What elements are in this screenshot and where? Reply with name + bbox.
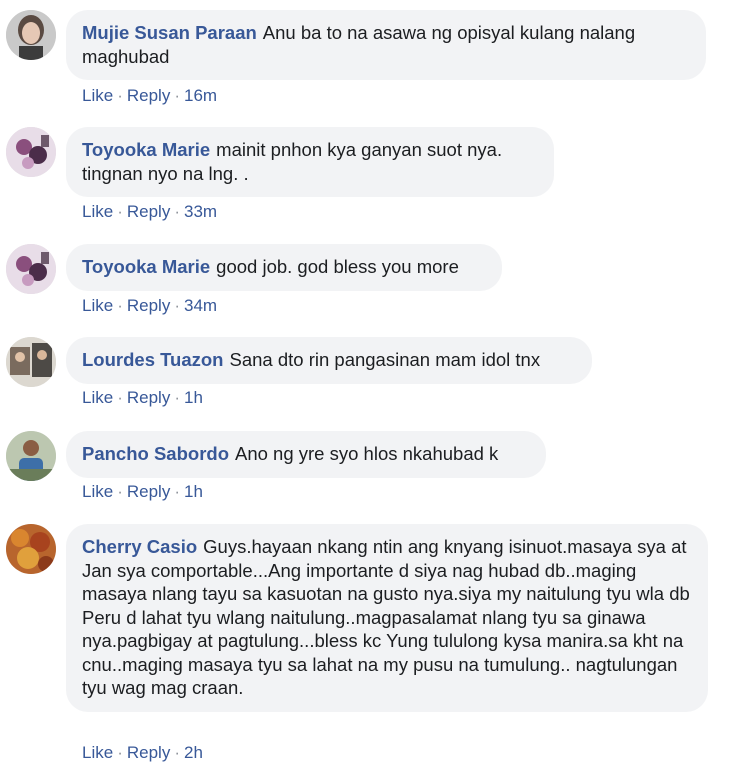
comment-bubble: Cherry Casio Guys.hayaan nkang ntin ang k…: [66, 524, 708, 712]
comment-actions: Like · Reply · 16m: [82, 86, 217, 106]
comment-author[interactable]: Toyooka Marie: [82, 139, 210, 160]
comment-text: Guys.hayaan nkang ntin ang knyang isinuo…: [82, 536, 690, 698]
separator: ·: [174, 482, 180, 501]
like-button[interactable]: Like: [82, 743, 113, 762]
group-photo-icon[interactable]: [6, 337, 56, 387]
separator: ·: [174, 202, 180, 221]
separator: ·: [117, 296, 123, 315]
comment-author[interactable]: Cherry Casio: [82, 536, 197, 557]
comment-author[interactable]: Toyooka Marie: [82, 256, 210, 277]
like-button[interactable]: Like: [82, 86, 113, 105]
comment-thread: Mujie Susan Paraan Anu ba to na asawa ng …: [0, 0, 750, 771]
comment-bubble: Toyooka Marie mainit pnhon kya ganyan suo…: [66, 127, 554, 197]
comment-timestamp[interactable]: 33m: [184, 202, 217, 221]
like-button[interactable]: Like: [82, 482, 113, 501]
floral-portrait-icon[interactable]: [6, 244, 56, 294]
like-button[interactable]: Like: [82, 296, 113, 315]
separator: ·: [174, 743, 180, 762]
like-button[interactable]: Like: [82, 202, 113, 221]
comment-actions: Like · Reply · 34m: [82, 296, 217, 316]
comment-bubble: Toyooka Marie good job. god bless you mor…: [66, 244, 502, 291]
autumn-leaves-icon[interactable]: [6, 524, 56, 574]
comment-actions: Like · Reply · 2h: [82, 743, 203, 763]
comment-text: Ano ng yre syo hlos nkahubad k: [235, 443, 499, 464]
reply-button[interactable]: Reply: [127, 202, 170, 221]
separator: ·: [174, 86, 180, 105]
man-portrait-icon[interactable]: [6, 431, 56, 481]
comment-actions: Like · Reply · 1h: [82, 388, 203, 408]
comment-timestamp[interactable]: 1h: [184, 482, 203, 501]
woman-portrait-icon[interactable]: [6, 10, 56, 60]
separator: ·: [117, 86, 123, 105]
reply-button[interactable]: Reply: [127, 296, 170, 315]
comment-text: good job. god bless you more: [216, 256, 459, 277]
reply-button[interactable]: Reply: [127, 482, 170, 501]
reply-button[interactable]: Reply: [127, 743, 170, 762]
comment-bubble: Lourdes Tuazon Sana dto rin pangasinan ma…: [66, 337, 592, 384]
reply-button[interactable]: Reply: [127, 86, 170, 105]
floral-portrait-icon[interactable]: [6, 127, 56, 177]
separator: ·: [117, 388, 123, 407]
comment-author[interactable]: Pancho Sabordo: [82, 443, 229, 464]
comment-bubble: Pancho Sabordo Ano ng yre syo hlos nkahub…: [66, 431, 546, 478]
separator: ·: [174, 388, 180, 407]
separator: ·: [117, 743, 123, 762]
comment-actions: Like · Reply · 33m: [82, 202, 217, 222]
comment-text: Sana dto rin pangasinan mam idol tnx: [229, 349, 541, 370]
comment-timestamp[interactable]: 1h: [184, 388, 203, 407]
separator: ·: [174, 296, 180, 315]
comment-bubble: Mujie Susan Paraan Anu ba to na asawa ng …: [66, 10, 706, 80]
separator: ·: [117, 202, 123, 221]
comment-actions: Like · Reply · 1h: [82, 482, 203, 502]
comment-author[interactable]: Mujie Susan Paraan: [82, 22, 257, 43]
reply-button[interactable]: Reply: [127, 388, 170, 407]
comment-timestamp[interactable]: 2h: [184, 743, 203, 762]
like-button[interactable]: Like: [82, 388, 113, 407]
comment-timestamp[interactable]: 16m: [184, 86, 217, 105]
separator: ·: [117, 482, 123, 501]
comment-author[interactable]: Lourdes Tuazon: [82, 349, 224, 370]
comment-timestamp[interactable]: 34m: [184, 296, 217, 315]
